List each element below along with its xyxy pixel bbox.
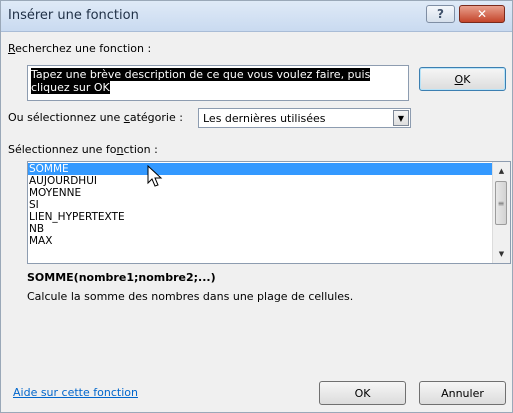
function-signature: SOMME(nombre1;nombre2;...) bbox=[27, 271, 216, 284]
chevron-down-icon[interactable]: ▼ bbox=[393, 110, 409, 126]
category-label: Ou sélectionnez une catégorie : bbox=[8, 111, 183, 124]
function-label-pre: Sélectionnez une fo bbox=[8, 143, 117, 156]
list-item[interactable]: AUJOURDHUI bbox=[28, 175, 492, 187]
list-item[interactable]: MOYENNE bbox=[28, 187, 492, 199]
search-ok-accesskey: O bbox=[454, 72, 464, 86]
search-ok-button[interactable]: OK bbox=[419, 67, 506, 91]
list-item[interactable]: MAX bbox=[28, 235, 492, 247]
list-item[interactable]: LIEN_HYPERTEXTE bbox=[28, 211, 492, 223]
insert-function-dialog: Insérer une fonction ? ✕ Recherchez une … bbox=[0, 0, 513, 413]
category-label-pre: Ou sélectionnez une bbox=[8, 111, 124, 124]
help-link[interactable]: Aide sur cette fonction bbox=[13, 386, 138, 399]
search-label-text: echerchez une fonction : bbox=[15, 42, 152, 55]
search-ok-text: K bbox=[463, 72, 471, 86]
list-item[interactable]: SI bbox=[28, 199, 492, 211]
search-input[interactable]: Tapez une brève description de ce que vo… bbox=[27, 65, 409, 101]
vertical-scrollbar[interactable]: ▲ ≡ ▼ bbox=[492, 162, 510, 263]
title-bar[interactable]: Insérer une fonction ? ✕ bbox=[1, 1, 512, 32]
dialog-title: Insérer une fonction bbox=[8, 8, 139, 23]
scroll-down-icon[interactable]: ▼ bbox=[493, 246, 510, 262]
function-description: Calcule la somme des nombres dans une pl… bbox=[27, 290, 354, 303]
function-listbox[interactable]: SOMME AUJOURDHUI MOYENNE SI LIEN_HYPERTE… bbox=[27, 161, 511, 264]
function-label-accesskey: n bbox=[116, 143, 124, 156]
search-input-value: Tapez une brève description de ce que vo… bbox=[31, 68, 371, 94]
function-list-label: Sélectionnez une fonction : bbox=[8, 143, 158, 156]
scroll-thumb[interactable]: ≡ bbox=[495, 181, 507, 225]
close-button[interactable]: ✕ bbox=[459, 5, 505, 23]
list-item[interactable]: SOMME bbox=[28, 163, 492, 175]
function-label-post: ction : bbox=[123, 143, 158, 156]
list-item[interactable]: NB bbox=[28, 223, 492, 235]
cancel-button[interactable]: Annuler bbox=[419, 381, 506, 405]
mouse-cursor-icon bbox=[147, 165, 163, 187]
scroll-up-icon[interactable]: ▲ bbox=[493, 163, 510, 179]
help-button[interactable]: ? bbox=[426, 5, 455, 23]
category-label-post: atégorie : bbox=[129, 111, 183, 124]
category-select[interactable]: Les dernières utilisées ▼ bbox=[198, 108, 411, 128]
search-label: Recherchez une fonction : bbox=[8, 42, 151, 55]
ok-button[interactable]: OK bbox=[319, 381, 406, 405]
category-selected-value: Les dernières utilisées bbox=[203, 112, 326, 125]
